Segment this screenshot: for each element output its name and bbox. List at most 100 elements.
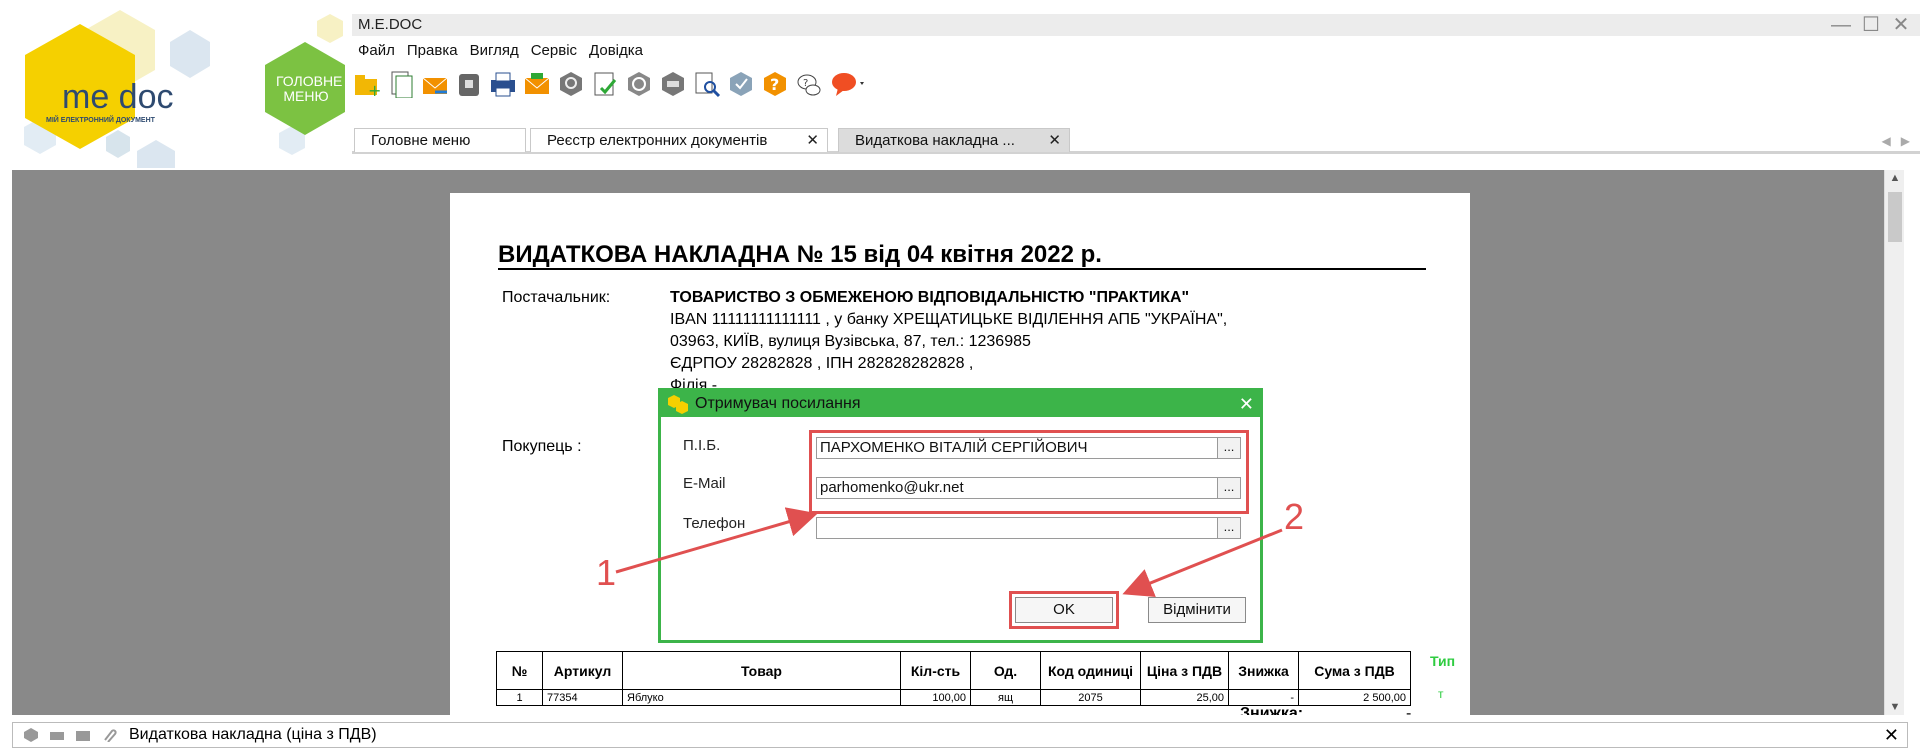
menu-help[interactable]: Довідка [583,40,649,62]
menu-view[interactable]: Вигляд [464,40,525,62]
documents-icon[interactable] [386,68,416,100]
supplier-label: Постачальник: [502,289,611,306]
col-article: Артикул [542,651,623,690]
col-price: Ціна з ПДВ [1140,651,1229,690]
ok-highlight [1009,591,1119,629]
dialog-title: Отримувач посилання [695,395,861,412]
status-mail-icon[interactable] [75,728,91,742]
menu-service[interactable]: Сервіс [525,40,583,62]
tab-scroll-arrows[interactable]: ◀ ▶ [1882,134,1910,148]
svg-text:?: ? [770,75,779,94]
send-envelope-icon[interactable] [420,68,450,100]
status-attach-icon[interactable] [101,728,117,742]
vertical-scrollbar[interactable]: ▲ ▼ [1884,170,1904,715]
tab-main-menu[interactable]: Головне меню [354,128,526,152]
tab-close-icon[interactable]: ✕ [1048,129,1061,153]
cell: 2 500,00 [1298,689,1411,706]
home-menu-label[interactable]: ГОЛОВНЕ МЕНЮ [276,74,342,104]
menu-file[interactable]: Файл [352,40,401,62]
status-bar: Видаткова накладна (ціна з ПДВ) ✕ [12,722,1908,748]
window-titlebar: M.E.DOC — ☐ ✕ [352,14,1920,36]
email-label: E-Mail [683,475,726,492]
checklist-icon[interactable] [590,68,620,100]
status-print-icon[interactable] [49,728,65,742]
menu-bar: Файл Правка Вигляд Сервіс Довідка [352,40,649,62]
supplier-name: ТОВАРИСТВО З ОБМЕЖЕНОЮ ВІДПОВІДАЛЬНІСТЮ … [670,289,1190,306]
toolbar: + ? ? [352,64,868,104]
magnifier-doc-icon[interactable] [692,68,722,100]
col-unit: Од. [970,651,1041,690]
cell: ящ [970,689,1041,706]
printer-icon[interactable] [488,68,518,100]
refresh-icon[interactable] [624,68,654,100]
tab-label: Головне меню [371,132,471,149]
mail-icon[interactable] [522,68,552,100]
table-header-row: № Артикул Товар Кіл-сть Од. Код одиниці … [496,651,1411,690]
buyer-label: Покупець : [502,438,582,455]
tab-invoice[interactable]: Видаткова накладна ... ✕ [838,128,1070,152]
certificate-icon[interactable] [726,68,756,100]
scroll-down-icon[interactable]: ▼ [1885,701,1905,713]
window-title: M.E.DOC [358,16,423,33]
help-icon[interactable]: ? [760,68,790,100]
col-discount: Знижка [1228,651,1299,690]
dialog-close-icon[interactable]: ✕ [1239,391,1254,417]
search-circle-icon[interactable] [556,68,586,100]
app-window: me doc МІЙ ЕЛЕКТРОННИЙ ДОКУМЕНТ ГОЛОВНЕ … [0,0,1920,752]
minimize-button[interactable]: — [1828,14,1854,36]
supplier-address: 03963, КИЇВ, вулиця Вузівська, 87, тел.:… [670,333,1031,350]
comment-icon[interactable] [828,68,868,100]
inbox-icon[interactable] [658,68,688,100]
cell: 100,00 [900,689,971,706]
table-row: 1 77354 Яблуко 100,00 ящ 2075 25,00 - 2 … [496,689,1411,706]
status-gear-icon[interactable] [23,728,39,742]
cancel-button[interactable]: Відмінити [1148,597,1246,623]
maximize-button[interactable]: ☐ [1858,14,1884,36]
menu-edit[interactable]: Правка [401,40,464,62]
phone-label: Телефон [683,515,746,532]
side-type-value: т [1438,687,1444,701]
name-label: П.І.Б. [683,437,721,454]
cell: - [1228,689,1299,706]
logo-text: me doc [62,78,174,116]
scroll-up-icon[interactable]: ▲ [1885,172,1905,184]
window-close-button[interactable]: ✕ [1888,14,1914,36]
chat-icon[interactable]: ? [794,68,824,100]
col-quantity: Кіл-сть [900,651,971,690]
scroll-thumb[interactable] [1888,192,1902,242]
items-table: № Артикул Товар Кіл-сть Од. Код одиниці … [496,651,1411,706]
status-close-icon[interactable]: ✕ [1884,723,1899,747]
tab-close-icon[interactable]: ✕ [806,129,819,153]
discount-label: Знижка: [1240,705,1304,715]
logo-subtitle: МІЙ ЕЛЕКТРОННИЙ ДОКУМЕНТ [46,117,155,124]
cell: 1 [496,689,543,706]
col-number: № [496,651,543,690]
tab-bar: Головне меню Реєстр електронних документ… [352,128,1920,154]
svg-text:+: + [368,81,381,97]
discount-value: - [1406,705,1412,715]
supplier-codes: ЄДРПОУ 28282828 , ІПН 282828282828 , [670,355,974,372]
col-product: Товар [622,651,901,690]
title-rule [498,268,1426,270]
side-type-label: Тип [1430,653,1456,669]
tab-label: Видаткова накладна ... [855,132,1015,149]
tab-registry[interactable]: Реєстр електронних документів ✕ [530,128,828,152]
dialog-logo-icon [668,395,688,414]
status-text: Видаткова накладна (ціна з ПДВ) [129,726,377,743]
annotation-number-2: 2 [1284,496,1305,537]
cell: 25,00 [1140,689,1229,706]
add-folder-icon[interactable]: + [352,68,382,100]
fields-highlight [809,430,1249,514]
col-sum: Сума з ПДВ [1298,651,1411,690]
dialog-header: Отримувач посилання ✕ [661,391,1260,417]
cell: Яблуко [622,689,901,706]
tab-label: Реєстр електронних документів [547,132,768,149]
phone-ellipsis-button[interactable]: ... [1217,517,1241,539]
cell: 2075 [1040,689,1141,706]
annotation-number-1: 1 [596,552,617,593]
archive-icon[interactable] [454,68,484,100]
phone-field[interactable]: ... [816,517,1241,539]
col-unit-code: Код одиниці [1040,651,1141,690]
recipient-dialog: Отримувач посилання ✕ П.І.Б. ПАРХОМЕНКО … [658,388,1263,643]
brand-area: me doc МІЙ ЕЛЕКТРОННИЙ ДОКУМЕНТ ГОЛОВНЕ … [0,0,350,168]
